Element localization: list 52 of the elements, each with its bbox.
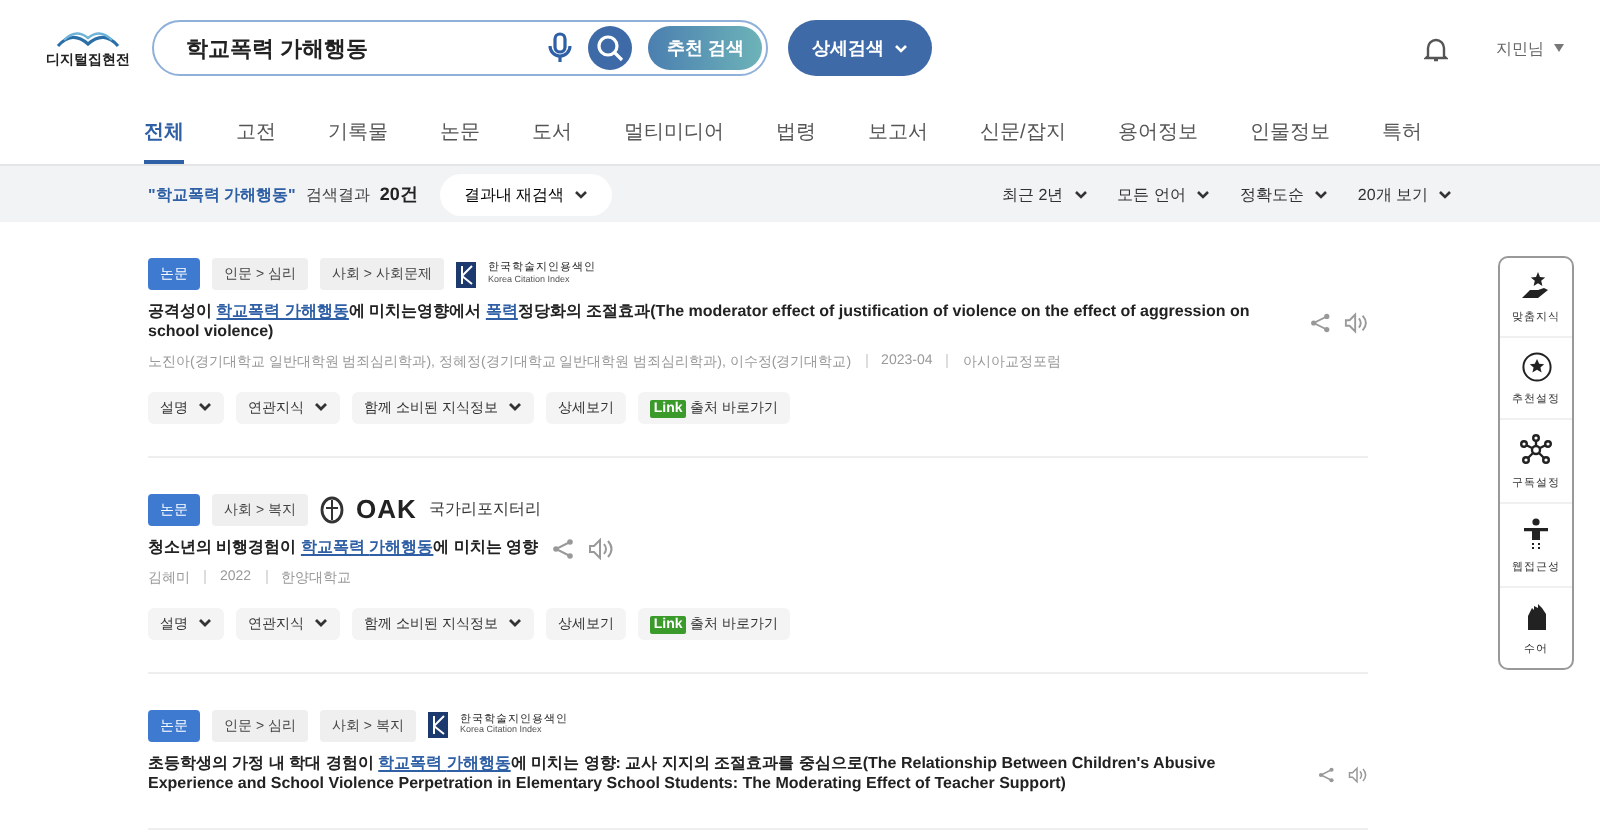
bell-icon[interactable] [1424,35,1448,61]
result-count: 20건 [379,181,418,207]
speaker-icon[interactable] [1348,763,1368,786]
network-icon [1520,434,1552,466]
chevron-down-icon [574,189,589,200]
filter-dropdown[interactable]: 20개 보기 [1349,183,1460,205]
search-button[interactable] [588,26,633,70]
speaker-icon[interactable] [588,537,615,560]
kci-logo-icon [427,712,448,739]
filter-dropdown[interactable]: 정확도순 [1231,183,1336,205]
category-tab[interactable]: 기록물 [328,118,388,164]
chevron-down-icon [1195,189,1210,200]
search-icon [596,34,625,62]
search-field[interactable]: 학교폭력 가해행동 추천 검색 [152,20,768,76]
microphone-icon[interactable] [548,32,573,64]
result-title[interactable]: 공격성이 학교폭력 가해행동에 미치는영향에서 폭력정당화의 조절효과(The moderator effect of justification of violence on the effect of aggression on school violence) [148,302,1296,344]
category-tab[interactable]: 논문 [440,118,480,164]
share-icon[interactable] [1309,311,1330,334]
speaker-icon[interactable] [1343,311,1368,334]
advanced-search-button[interactable]: 상세검색 [788,20,932,76]
category-tab[interactable]: 용어정보 [1117,118,1198,164]
chevron-down-icon [1438,189,1452,200]
chevron-down-icon [1073,189,1088,200]
kci-logo-icon [455,261,476,287]
filter-dropdown[interactable]: 모든 언어 [1109,183,1218,205]
category-tab[interactable]: 인물정보 [1249,118,1330,164]
category-tab[interactable]: 특허 [1381,118,1422,164]
seal-logo-icon [319,495,344,524]
search-query: "학교폭력 가해행동" [148,183,296,205]
caret-icon [894,43,908,54]
person-icon [1522,518,1550,550]
category-tab[interactable]: 법령 [776,118,816,164]
source-name: OAK [355,494,417,525]
category-tab[interactable]: 고전 [236,118,276,164]
category-tab[interactable]: 도서 [532,118,572,164]
category-tab[interactable]: 보고서 [868,118,928,164]
star-circle-icon [1521,352,1551,382]
share-icon[interactable] [1318,763,1335,786]
refine-search-button[interactable]: 결과내 재검색 [439,173,613,215]
hand-star-icon [1520,272,1552,300]
result-label: 검색결과 [305,183,370,205]
chevron-down-icon [1313,189,1328,200]
book-logo-icon [54,26,122,50]
category-tab[interactable]: 신문/잡지 [980,118,1066,164]
user-menu[interactable]: 지민님 [1496,37,1564,59]
category-tab[interactable]: 멀티미디어 [624,118,724,164]
caret-icon [1554,44,1564,53]
result-title[interactable]: 청소년의 비행경험이 학교폭력 가해행동에 미치는 영향 [148,538,539,559]
result-title[interactable]: 초등학생의 가정 내 학대 경험이 학교폭력 가해행동에 미치는 영향: 교사 지지의 조절효과를 중심으로(The Relationship Between Children's Abusive Experience and School Violence Perpetration in Elementary School Students: The Moderating Effect of Teacher Support) [148,753,1304,796]
share-icon[interactable] [552,537,575,560]
filter-dropdown[interactable]: 최근 2년 [993,183,1096,205]
source-subtitle: 국가리포지터리 [428,498,541,521]
